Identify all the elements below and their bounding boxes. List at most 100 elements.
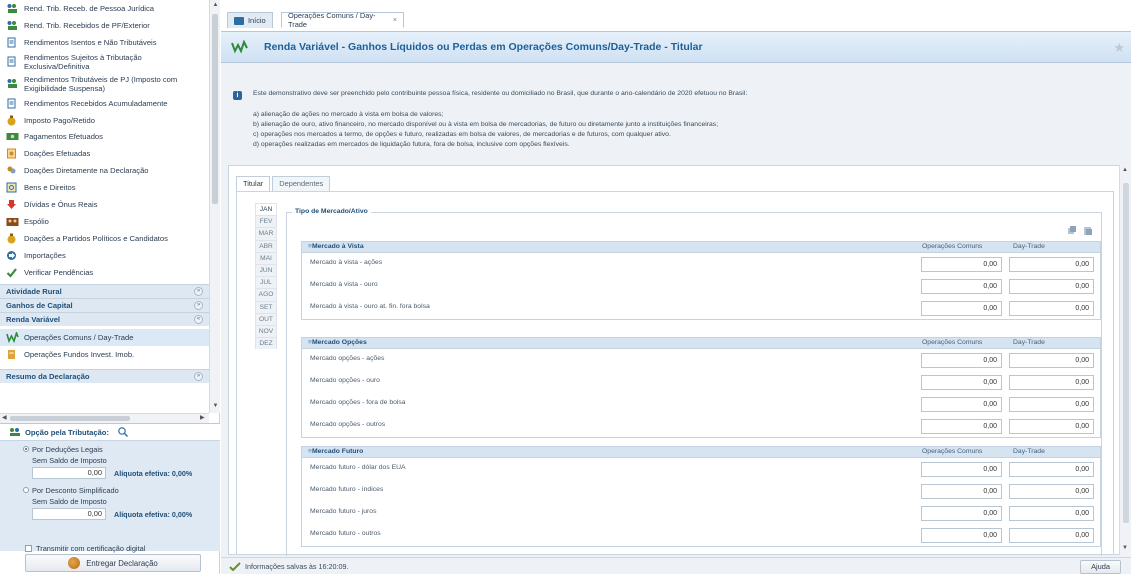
search-icon[interactable] (117, 426, 131, 438)
scroll-up-icon[interactable]: ▲ (211, 1, 220, 10)
scrollbar-thumb[interactable] (212, 14, 218, 204)
operacoes-comuns-input[interactable]: 0,00 (921, 279, 1002, 294)
sidebar-item-label: Doações a Partidos Políticos e Candidato… (24, 233, 168, 243)
tab-operacoes-comuns[interactable]: Operações Comuns / Day-Trade × (281, 11, 404, 29)
sidebar-item[interactable]: Rendimentos Recebidos Acumuladamente (0, 95, 209, 112)
market-group-header[interactable]: Mercado à Vista Operações Comuns Day-Tra… (302, 242, 1100, 253)
sidebar-horizontal-scrollbar[interactable]: ◀ ▶ (0, 413, 209, 423)
scroll-right-icon[interactable]: ▶ (200, 414, 205, 423)
operacoes-comuns-input[interactable]: 0,00 (921, 397, 1002, 412)
operacoes-comuns-input[interactable]: 0,00 (921, 375, 1002, 390)
scroll-left-icon[interactable]: ◀ (2, 414, 7, 423)
day-trade-input[interactable]: 0,00 (1009, 353, 1094, 368)
sidebar-item[interactable]: Rend. Trib. Recebidos de PF/Exterior (0, 17, 209, 34)
month-tab[interactable]: DEZ (255, 337, 277, 350)
month-tab[interactable]: OUT (255, 312, 277, 325)
market-group-header[interactable]: Mercado Futuro Operações Comuns Day-Trad… (302, 447, 1100, 458)
operacoes-comuns-input[interactable]: 0,00 (921, 419, 1002, 434)
month-tab[interactable]: AGO (255, 288, 277, 301)
month-tab[interactable]: MAR (255, 227, 277, 240)
scroll-up-icon[interactable]: ▲ (1122, 167, 1128, 173)
sidebar-item[interactable]: Doações Diretamente na Declaração (0, 162, 209, 179)
tab-titular[interactable]: Titular (236, 176, 271, 191)
month-tab[interactable]: MAI (255, 251, 277, 264)
checkbox[interactable] (25, 545, 32, 552)
sidebar-section[interactable]: Atividade Rural » (0, 284, 209, 299)
sidebar-item[interactable]: Bens e Direitos (0, 179, 209, 196)
day-trade-input[interactable]: 0,00 (1009, 279, 1094, 294)
sidebar-item-renda[interactable]: Operações Comuns / Day-Trade (0, 329, 209, 347)
month-tab[interactable]: NOV (255, 324, 277, 338)
operacoes-comuns-input[interactable]: 0,00 (921, 301, 1002, 316)
fund-icon (6, 349, 19, 360)
day-trade-input[interactable]: 0,00 (1009, 375, 1094, 390)
sidebar-vertical-scrollbar[interactable]: ▲ ▼ (209, 0, 220, 413)
sidebar-item[interactable]: Dívidas e Ônus Reais (0, 196, 209, 213)
donation-icon (6, 148, 19, 159)
sidebar-item[interactable]: Imposto Pago/Retido (0, 112, 209, 129)
market-row: Mercado opções - ouro 0,00 0,00 (302, 371, 1100, 393)
operacoes-comuns-input[interactable]: 0,00 (921, 506, 1002, 521)
toggle-icon[interactable]: » (194, 372, 203, 382)
day-trade-input[interactable]: 0,00 (1009, 257, 1094, 272)
radio-deducoes-legais[interactable]: Por Deduções Legais (0, 445, 220, 454)
sidebar-section[interactable]: Renda Variável « (0, 312, 209, 327)
sidebar-item-label: Importações (24, 250, 66, 260)
operacoes-comuns-input[interactable]: 0,00 (921, 353, 1002, 368)
radio-unselected[interactable] (23, 487, 29, 493)
close-icon[interactable]: × (393, 17, 397, 24)
month-tab[interactable]: SET (255, 300, 277, 313)
help-button[interactable]: Ajuda (1080, 560, 1121, 574)
sidebar-item[interactable]: Rendimentos Isentos e Não Tributáveis (0, 34, 209, 51)
market-group: Mercado Opções Operações Comuns Day-Trad… (301, 337, 1101, 438)
scrollbar-thumb[interactable] (10, 416, 130, 421)
sidebar-item[interactable]: Doações a Partidos Políticos e Candidato… (0, 230, 209, 247)
copy-icon[interactable] (1067, 226, 1077, 236)
sidebar-item[interactable]: Rendimentos Tributáveis de PJ (Imposto c… (0, 73, 209, 95)
sidebar-item[interactable]: Verificar Pendências (0, 264, 209, 281)
sidebar-item[interactable]: Doações Efetuadas (0, 145, 209, 162)
paste-icon[interactable] (1083, 226, 1093, 236)
sidebar-item-renda[interactable]: Operações Fundos Invest. Imob. (0, 346, 209, 363)
month-tab[interactable]: JAN (255, 203, 277, 216)
row-label: Mercado à vista - ouro (310, 281, 378, 288)
content-vertical-scrollbar[interactable]: ▲ ▼ (1119, 165, 1131, 555)
scroll-down-icon[interactable]: ▼ (211, 402, 220, 411)
radio-selected[interactable] (23, 446, 29, 452)
info-box: i Este demonstrativo deve ser preenchido… (221, 82, 1131, 156)
toggle-icon[interactable]: « (194, 315, 203, 325)
day-trade-input[interactable]: 0,00 (1009, 484, 1094, 499)
transmit-certificate-checkbox[interactable]: Transmitir com certificação digital (25, 544, 145, 553)
month-tab[interactable]: ABR (255, 239, 277, 252)
month-tab[interactable]: JUL (255, 276, 277, 289)
sidebar-item[interactable]: Espólio (0, 213, 209, 230)
sidebar-item[interactable]: Importações (0, 247, 209, 264)
sidebar-item[interactable]: Pagamentos Efetuados (0, 128, 209, 145)
scrollbar-thumb[interactable] (1123, 183, 1129, 523)
month-tab[interactable]: FEV (255, 215, 277, 228)
sidebar-section[interactable]: Ganhos de Capital » (0, 298, 209, 313)
day-trade-input[interactable]: 0,00 (1009, 506, 1094, 521)
toggle-icon[interactable]: » (194, 287, 203, 297)
star-icon[interactable]: ★ (1113, 40, 1125, 56)
operacoes-comuns-input[interactable]: 0,00 (921, 484, 1002, 499)
day-trade-input[interactable]: 0,00 (1009, 528, 1094, 543)
day-trade-input[interactable]: 0,00 (1009, 462, 1094, 477)
deliver-declaration-button[interactable]: Entregar Declaração (25, 554, 201, 572)
sidebar-item[interactable]: Rendimentos Sujeitos à Tributação Exclus… (0, 51, 209, 73)
day-trade-input[interactable]: 0,00 (1009, 301, 1094, 316)
market-group-header[interactable]: Mercado Opções Operações Comuns Day-Trad… (302, 338, 1100, 349)
operacoes-comuns-input[interactable]: 0,00 (921, 528, 1002, 543)
month-tab[interactable]: JUN (255, 263, 277, 277)
day-trade-input[interactable]: 0,00 (1009, 419, 1094, 434)
radio-desconto-simplificado[interactable]: Por Desconto Simplificado (0, 486, 220, 495)
scroll-down-icon[interactable]: ▼ (1122, 545, 1128, 551)
day-trade-input[interactable]: 0,00 (1009, 397, 1094, 412)
operacoes-comuns-input[interactable]: 0,00 (921, 257, 1002, 272)
tab-dependentes[interactable]: Dependentes (272, 176, 331, 191)
operacoes-comuns-input[interactable]: 0,00 (921, 462, 1002, 477)
toggle-icon[interactable]: » (194, 301, 203, 311)
tab-home[interactable]: Início (227, 12, 273, 28)
sidebar-section-cut[interactable]: Resumo da Declaração» (0, 369, 209, 384)
sidebar-item[interactable]: Rend. Trib. Receb. de Pessoa Jurídica (0, 0, 209, 17)
